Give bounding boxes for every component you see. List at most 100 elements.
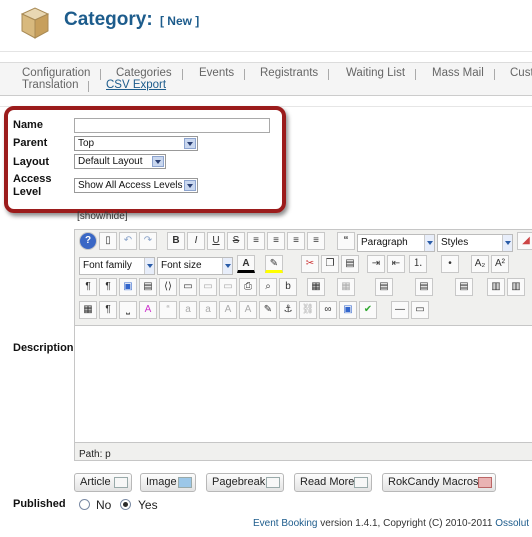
eraser-icon[interactable]: ◢: [517, 232, 532, 250]
row-after-icon[interactable]: ▤: [415, 278, 433, 296]
page-header: Category: [ New ]: [0, 0, 532, 52]
superscript-icon[interactable]: A²: [491, 255, 509, 273]
tab-waiting-list[interactable]: Waiting List: [346, 67, 417, 80]
layer-icon[interactable]: ▭: [179, 278, 197, 296]
font-family-select[interactable]: Font family: [79, 257, 155, 275]
abbr-icon[interactable]: a: [179, 301, 197, 319]
styles-select[interactable]: Styles: [437, 234, 513, 252]
search-icon[interactable]: ⌕: [259, 278, 277, 296]
font-size-select[interactable]: Font size: [157, 257, 233, 275]
undo-icon[interactable]: ↶: [119, 232, 137, 250]
deletion-icon[interactable]: A: [219, 301, 237, 319]
attributes-icon[interactable]: ✎: [259, 301, 277, 319]
parent-label: Parent: [13, 137, 48, 149]
italic-icon[interactable]: I: [187, 232, 205, 250]
move-backward-icon[interactable]: ▭: [219, 278, 237, 296]
layout-select[interactable]: Default Layout: [74, 154, 166, 169]
redo-icon[interactable]: ↷: [139, 232, 157, 250]
cite-icon[interactable]: “: [159, 301, 177, 319]
horizontal-rule-icon[interactable]: ―: [391, 301, 409, 319]
anchor-icon[interactable]: ⚓: [279, 301, 297, 319]
unlink-icon[interactable]: ⛓: [299, 301, 317, 319]
candy-cane-icon: [478, 477, 492, 488]
table-icon[interactable]: ▦: [79, 301, 97, 319]
access-label-line2: Level: [13, 186, 42, 198]
rtl-icon[interactable]: ¶: [99, 278, 117, 296]
chevron-down-icon: [184, 180, 196, 191]
col-before-icon[interactable]: ▥: [487, 278, 505, 296]
copy-icon[interactable]: ❐: [321, 255, 339, 273]
numbered-list-icon[interactable]: ⒈: [409, 255, 427, 273]
visual-chars-icon[interactable]: ¶: [99, 301, 117, 319]
align-left-icon[interactable]: ≡: [287, 232, 305, 250]
style-icon[interactable]: A: [139, 301, 157, 319]
image-button[interactable]: Image: [140, 473, 196, 492]
tab-configuration[interactable]: Configuration: [22, 67, 102, 80]
code-icon[interactable]: ⟨⟩: [159, 278, 177, 296]
footer-brand-link[interactable]: Event Booking: [253, 518, 318, 529]
strikethrough-icon[interactable]: S: [227, 232, 245, 250]
align-center-icon[interactable]: ≡: [267, 232, 285, 250]
row-before-icon[interactable]: ▤: [375, 278, 393, 296]
underline-icon[interactable]: U: [207, 232, 225, 250]
tab-custom[interactable]: Cust: [510, 67, 532, 79]
tab-categories[interactable]: Categories: [116, 67, 183, 80]
footer-text: version 1.4.1, Copyright (C) 2010-2011: [317, 518, 496, 529]
tab-translation[interactable]: Translation: [22, 79, 91, 92]
read-more-icon: [354, 477, 368, 488]
read-more-button[interactable]: Read More: [294, 473, 372, 492]
editor-content-area[interactable]: [75, 325, 532, 443]
spellcheck-icon[interactable]: ✔: [359, 301, 377, 319]
text-color-icon[interactable]: A: [237, 255, 255, 273]
insertion-icon[interactable]: A: [239, 301, 257, 319]
template-icon[interactable]: ▤: [139, 278, 157, 296]
align-right-icon[interactable]: ≡: [307, 232, 325, 250]
footer-vendor-link[interactable]: Ossolut: [495, 518, 529, 529]
chevron-down-icon: [144, 258, 154, 274]
col-after-icon[interactable]: ▥: [507, 278, 525, 296]
name-input[interactable]: [74, 118, 270, 133]
align-full-icon[interactable]: ≡: [247, 232, 265, 250]
delete-row-icon[interactable]: ▤: [455, 278, 473, 296]
replace-icon[interactable]: b: [279, 278, 297, 296]
published-no-radio[interactable]: [79, 499, 90, 510]
blockquote-icon[interactable]: “: [337, 232, 355, 250]
tab-mass-mail[interactable]: Mass Mail: [432, 67, 495, 80]
pagebreak-button[interactable]: Pagebreak: [206, 473, 284, 492]
move-forward-icon[interactable]: ▭: [199, 278, 217, 296]
access-level-select[interactable]: Show All Access Levels: [74, 178, 198, 193]
image-icon[interactable]: ▣: [339, 301, 357, 319]
media-icon[interactable]: ▣: [119, 278, 137, 296]
link-icon[interactable]: ∞: [319, 301, 337, 319]
font-size-select-value: Font size: [161, 260, 202, 271]
published-yes-radio[interactable]: [120, 499, 131, 510]
ltr-icon[interactable]: ¶: [79, 278, 97, 296]
new-document-icon[interactable]: ▯: [99, 232, 117, 250]
bullet-list-icon[interactable]: •: [441, 255, 459, 273]
cut-icon[interactable]: ✂: [301, 255, 319, 273]
print-icon[interactable]: ⎙: [239, 278, 257, 296]
acronym-icon[interactable]: a: [199, 301, 217, 319]
tab-events[interactable]: Events: [199, 67, 246, 80]
category-box-icon: [20, 7, 50, 39]
parent-select[interactable]: Top: [74, 136, 198, 151]
page-title: Category: [ New ]: [64, 9, 199, 31]
tab-registrants[interactable]: Registrants: [260, 67, 330, 80]
fullscreen-icon[interactable]: ▭: [411, 301, 429, 319]
highlight-color-icon[interactable]: ✎: [265, 255, 283, 273]
subscript-icon[interactable]: A₂: [471, 255, 489, 273]
tab-csv-export[interactable]: CSV Export: [106, 79, 166, 91]
article-button[interactable]: Article: [74, 473, 132, 492]
parent-select-value: Top: [78, 138, 95, 149]
paste-icon[interactable]: ▤: [341, 255, 359, 273]
outdent-icon[interactable]: ⇤: [387, 255, 405, 273]
table-props-icon[interactable]: ▦: [337, 278, 355, 296]
show-hide-editor-link[interactable]: [show/hide]: [77, 211, 128, 222]
indent-icon[interactable]: ⇥: [367, 255, 385, 273]
rokcandy-macros-button[interactable]: RokCandy Macros: [382, 473, 496, 492]
help-icon[interactable]: ?: [79, 232, 97, 250]
insert-template-icon[interactable]: ▦: [307, 278, 325, 296]
bold-icon[interactable]: B: [167, 232, 185, 250]
format-select[interactable]: Paragraph: [357, 234, 435, 252]
non-breaking-icon[interactable]: ⎵: [119, 301, 137, 319]
